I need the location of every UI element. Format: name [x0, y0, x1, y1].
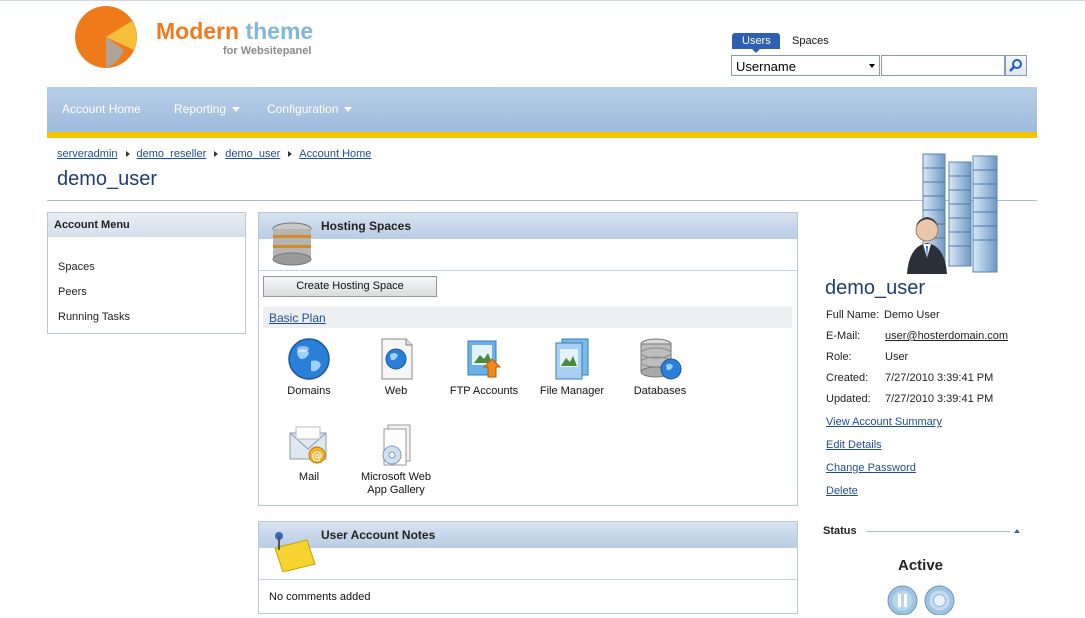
tile-label: Mail [298, 471, 320, 483]
tile-web-app-gallery[interactable]: Microsoft Web App Gallery [351, 423, 441, 497]
status-value: Active [898, 557, 944, 574]
full-name-label: Full Name: [826, 309, 880, 321]
stop-button[interactable] [924, 585, 955, 616]
plan-bar: Basic Plan [263, 307, 792, 328]
user-notes-panel: User Account Notes No comments added [258, 521, 798, 614]
tile-label: Microsoft Web App Gallery [360, 471, 432, 496]
updated-label: Updated: [826, 393, 871, 405]
tile-label: Domains [287, 385, 331, 397]
search-field-value: Username [736, 59, 796, 74]
account-menu-item-peers[interactable]: Peers [58, 286, 87, 298]
sticky-note-icon [274, 532, 316, 572]
globe-icon [288, 338, 330, 380]
breadcrumb-separator-icon [125, 151, 130, 158]
nav-configuration[interactable]: Configuration [267, 102, 353, 116]
page-title: demo_user [57, 168, 158, 190]
panel-divider [259, 579, 797, 580]
top-border [0, 0, 1085, 1]
search-input[interactable] [881, 55, 1005, 76]
account-menu-item-running-tasks[interactable]: Running Tasks [58, 311, 130, 323]
pause-button[interactable] [887, 585, 918, 616]
role-label: Role: [826, 351, 852, 363]
tile-databases[interactable]: Databases [615, 337, 705, 398]
hosting-server-icon [272, 222, 312, 266]
tile-mail[interactable]: @ Mail [264, 423, 354, 484]
title-divider [47, 200, 1037, 201]
search-field-select[interactable]: Username [731, 55, 880, 76]
magnifier-icon [1009, 59, 1022, 72]
brand-logo[interactable]: Modern theme for Websitepanel [72, 4, 327, 70]
file-manager-icon [555, 338, 589, 380]
tile-label: Web [384, 385, 408, 397]
create-hosting-space-button[interactable]: Create Hosting Space [263, 276, 437, 297]
account-menu-title: Account Menu [48, 213, 245, 237]
user-avatar-icon [907, 153, 998, 274]
role-value: User [885, 351, 909, 363]
email-link[interactable]: user@hosterdomain.com [885, 330, 1008, 342]
created-value: 7/27/2010 3:39:41 PM [885, 372, 994, 384]
tile-label: Databases [633, 385, 687, 397]
email-label: E-Mail: [826, 330, 861, 342]
brand-title: Modern theme [156, 18, 314, 44]
breadcrumb-separator-icon [288, 151, 293, 158]
database-icon [640, 338, 682, 380]
search-tab-spaces[interactable]: Spaces [782, 33, 839, 49]
search-button[interactable] [1005, 55, 1027, 76]
breadcrumb-serveradmin[interactable]: serveradmin [57, 148, 118, 160]
breadcrumb-separator-icon [214, 151, 219, 158]
user-notes-title: User Account Notes [321, 528, 436, 542]
pause-icon [887, 585, 918, 616]
tile-domains[interactable]: Domains [264, 337, 354, 398]
dropdown-arrow-icon [869, 64, 875, 68]
user-name: demo_user [825, 277, 926, 299]
breadcrumb-demo-user[interactable]: demo_user [225, 148, 280, 160]
mail-icon: @ [289, 426, 327, 464]
breadcrumb: serveradmin demo_reseller demo_user Account… [57, 148, 371, 160]
nav-reporting[interactable]: Reporting [174, 102, 241, 116]
web-app-gallery-icon [382, 424, 411, 466]
status-title: Status [823, 525, 857, 537]
nav-account-home[interactable]: Account Home [62, 102, 141, 116]
breadcrumb-account-home[interactable]: Account Home [299, 148, 371, 160]
created-label: Created: [826, 372, 869, 384]
svg-text:@: @ [312, 449, 323, 462]
collapse-up-icon[interactable] [1014, 529, 1020, 533]
plan-link[interactable]: Basic Plan [269, 311, 326, 325]
account-menu: Account Menu Spaces Peers Running Tasks [47, 212, 246, 334]
brand-subtitle: for Websitepanel [223, 45, 312, 57]
hosting-spaces-panel: Hosting Spaces Create Hosting Space Basi… [258, 212, 798, 506]
pie-logo-icon [75, 6, 137, 68]
edit-details-link[interactable]: Edit Details [826, 439, 882, 451]
tile-file-manager[interactable]: File Manager [527, 337, 617, 398]
panel-divider [259, 270, 797, 271]
account-menu-item-spaces[interactable]: Spaces [58, 261, 95, 273]
status-divider [867, 531, 1010, 532]
web-page-icon [381, 338, 413, 380]
chevron-down-icon [344, 107, 353, 113]
tile-web[interactable]: Web [351, 337, 441, 398]
view-account-summary-link[interactable]: View Account Summary [826, 416, 942, 428]
change-password-link[interactable]: Change Password [826, 462, 916, 474]
full-name-value: Demo User [884, 309, 940, 321]
hosting-spaces-title: Hosting Spaces [321, 219, 412, 233]
tile-label: FTP Accounts [449, 385, 519, 397]
notes-text: No comments added [269, 591, 371, 603]
ftp-upload-icon [467, 340, 502, 378]
delete-link[interactable]: Delete [826, 485, 858, 497]
updated-value: 7/27/2010 3:39:41 PM [885, 393, 994, 405]
stop-icon [924, 585, 955, 616]
breadcrumb-demo-reseller[interactable]: demo_reseller [137, 148, 207, 160]
tile-ftp-accounts[interactable]: FTP Accounts [439, 337, 529, 398]
search-tab-users[interactable]: Users [732, 33, 780, 53]
main-nav: Account Home Reporting Configuration [47, 87, 1037, 132]
tile-label: File Manager [539, 385, 605, 397]
chevron-down-icon [232, 107, 241, 113]
nav-accent-bar [47, 132, 1037, 138]
